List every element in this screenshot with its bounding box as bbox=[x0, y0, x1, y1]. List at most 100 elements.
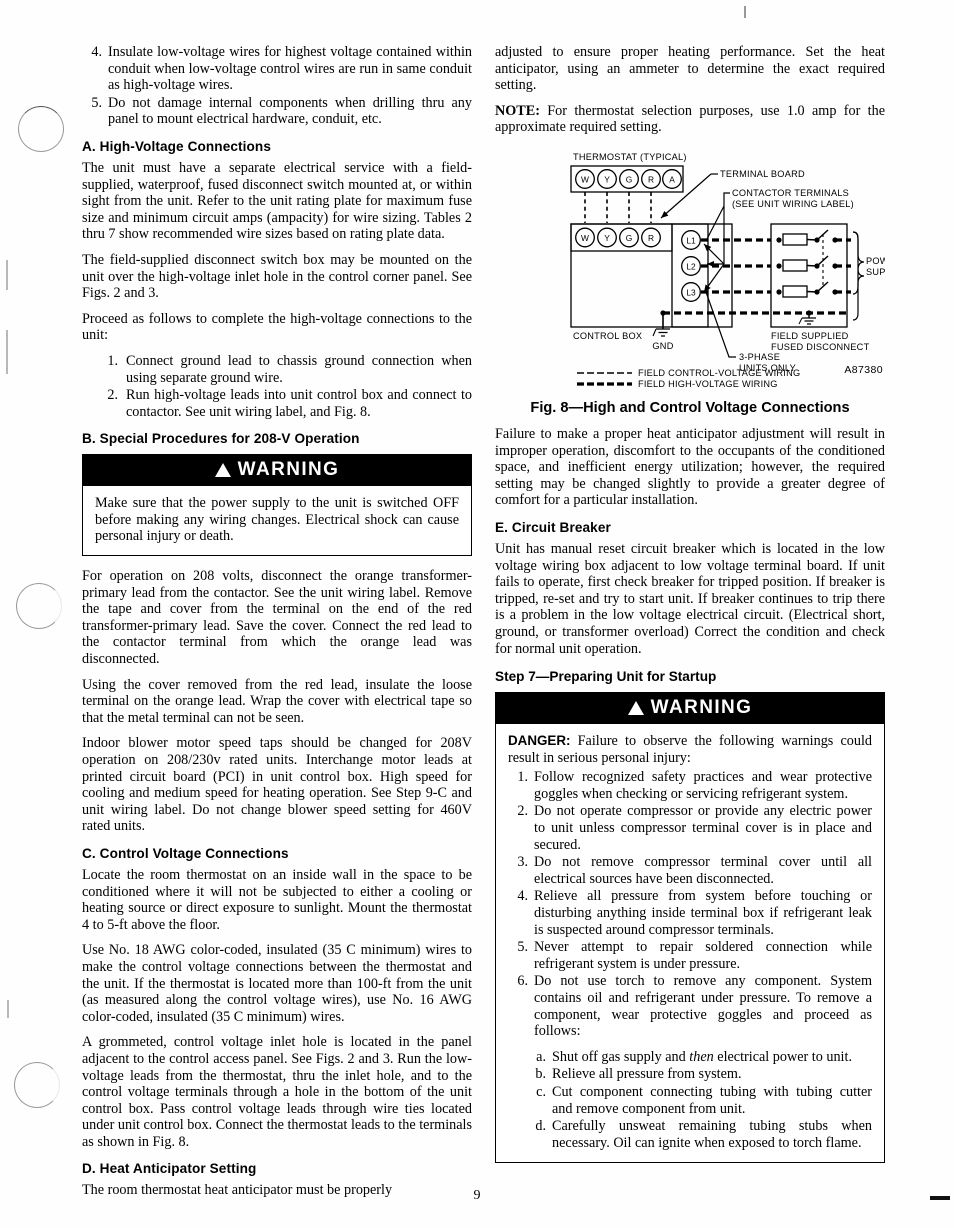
list-marker: 2. bbox=[517, 803, 528, 820]
paragraph: A grommeted, control voltage inlet hole … bbox=[82, 1034, 472, 1150]
paragraph: Locate the room thermostat on an inside … bbox=[82, 866, 472, 933]
right-column: adjusted to ensure proper heating perfor… bbox=[495, 44, 903, 1175]
list-marker: d. bbox=[535, 1118, 546, 1135]
paragraph: The field-supplied disconnect switch box… bbox=[82, 251, 472, 302]
list-marker: 3. bbox=[517, 854, 528, 871]
contactor-terminals-label-1: CONTACTOR TERMINALS bbox=[732, 188, 849, 198]
section-heading-c: C. Control Voltage Connections bbox=[82, 845, 289, 861]
list-text: Never attempt to repair soldered connect… bbox=[534, 939, 872, 972]
hole-punch-artifact bbox=[18, 106, 64, 152]
list-item: 2. Run high-voltage leads into unit cont… bbox=[98, 387, 472, 420]
list-item: 5. Do not damage internal components whe… bbox=[82, 95, 472, 128]
thermostat-terminal-y: Y bbox=[604, 174, 610, 184]
warning-text: Make sure that the power supply to the u… bbox=[95, 495, 459, 545]
high-voltage-steps: 1. Connect ground lead to chassis ground… bbox=[82, 353, 472, 420]
list-marker: 1. bbox=[517, 769, 528, 786]
list-marker: 5. bbox=[517, 939, 528, 956]
continued-numbered-list: 4. Insulate low-voltage wires for highes… bbox=[82, 44, 472, 128]
figure-caption: Fig. 8—High and Control Voltage Connecti… bbox=[530, 399, 850, 416]
warning-box-electrical: WARNING Make sure that the power supply … bbox=[82, 454, 472, 557]
scan-speck bbox=[7, 1000, 9, 1018]
warning-header: WARNING bbox=[83, 455, 471, 487]
hole-punch-artifact bbox=[16, 583, 62, 629]
paragraph: Use No. 18 AWG color-coded, insulated (3… bbox=[82, 942, 472, 1025]
danger-lead: DANGER: Failure to observe the following… bbox=[508, 733, 872, 766]
danger-label: DANGER: bbox=[508, 733, 571, 749]
list-item: 4. Insulate low-voltage wires for highes… bbox=[82, 44, 472, 94]
list-item: 1. Connect ground lead to chassis ground… bbox=[98, 353, 472, 386]
list-item: 3. Do not remove compressor terminal cov… bbox=[508, 854, 872, 887]
list-marker: c. bbox=[536, 1083, 546, 1100]
board-terminal-y: Y bbox=[604, 233, 610, 243]
page-number: 9 bbox=[473, 1188, 481, 1203]
legend-control-voltage-text: FIELD CONTROL-VOLTAGE WIRING bbox=[638, 368, 800, 378]
list-item: 6. Do not use torch to remove any compon… bbox=[508, 973, 872, 1039]
list-item: d. Carefully unsweat remaining tubing st… bbox=[526, 1118, 872, 1151]
paragraph: Proceed as follows to complete the high-… bbox=[82, 310, 472, 344]
warning-triangle-icon bbox=[627, 701, 644, 716]
left-column: 4. Insulate low-voltage wires for highes… bbox=[82, 44, 472, 1208]
list-item: c. Cut component connecting tubing with … bbox=[526, 1084, 872, 1117]
list-text-post: electrical power to unit. bbox=[713, 1048, 852, 1065]
thermostat-terminal-w: W bbox=[581, 174, 589, 184]
paragraph: The unit must have a separate electrical… bbox=[82, 159, 472, 243]
terminal-board-label: TERMINAL BOARD bbox=[720, 169, 805, 179]
list-text: Connect ground lead to chassis ground co… bbox=[126, 352, 472, 386]
list-item: 1. Follow recognized safety practices an… bbox=[508, 769, 872, 802]
list-text: Relieve all pressure from system before … bbox=[534, 888, 872, 938]
list-item: 5. Never attempt to repair soldered conn… bbox=[508, 939, 872, 972]
drawing-id: A87380 bbox=[844, 363, 883, 376]
board-terminal-w: W bbox=[581, 233, 589, 243]
list-text: Insulate low-voltage wires for highest v… bbox=[108, 44, 472, 94]
fused-disconnect-label: FUSED DISCONNECT bbox=[771, 342, 870, 352]
board-terminal-r: R bbox=[648, 233, 654, 243]
supply-label: SUPPLY bbox=[866, 267, 885, 277]
diagram-legend: FIELD CONTROL-VOLTAGE WIRING FIELD HIGH-… bbox=[577, 368, 800, 389]
paragraph-continued: adjusted to ensure proper heating perfor… bbox=[495, 44, 885, 94]
note-paragraph: NOTE: For thermostat selection purposes,… bbox=[495, 103, 885, 136]
board-terminal-g: G bbox=[626, 233, 633, 243]
list-item: a. Shut off gas supply and then electric… bbox=[526, 1049, 872, 1066]
list-marker: 2. bbox=[107, 387, 118, 404]
note-text: For thermostat selection purposes, use 1… bbox=[495, 102, 885, 136]
paragraph: For operation on 208 volts, disconnect t… bbox=[82, 568, 472, 668]
section-heading-e: E. Circuit Breaker bbox=[495, 519, 611, 535]
list-text-pre: Relieve all pressure from system. bbox=[552, 1066, 742, 1083]
list-text-pre: Shut off gas supply and bbox=[552, 1048, 690, 1065]
figure-8-wiring-diagram: THERMOSTAT (TYPICAL) W Y G R A TERMINAL … bbox=[495, 146, 903, 389]
list-marker: 6. bbox=[517, 973, 528, 990]
section-heading-b: B. Special Procedures for 208-V Operatio… bbox=[82, 431, 360, 447]
list-text-pre: Cut component connecting tubing with tub… bbox=[552, 1083, 872, 1117]
paragraph: Indoor blower motor speed taps should be… bbox=[82, 735, 472, 835]
power-label: POWER bbox=[866, 256, 885, 266]
list-text-emphasis: then bbox=[689, 1048, 714, 1065]
step-7-heading: Step 7—Preparing Unit for Startup bbox=[495, 669, 717, 685]
control-box-label: CONTROL BOX bbox=[573, 331, 642, 341]
thermostat-label: THERMOSTAT (TYPICAL) bbox=[573, 152, 687, 162]
warning-header: WARNING bbox=[496, 693, 884, 725]
warning-triangle-icon bbox=[214, 463, 231, 478]
list-marker: 5. bbox=[91, 94, 102, 111]
danger-numbered-list: 1. Follow recognized safety practices an… bbox=[508, 769, 872, 1040]
list-item: b. Relieve all pressure from system. bbox=[526, 1066, 872, 1083]
document-page: 4. Insulate low-voltage wires for highes… bbox=[0, 0, 954, 1228]
field-supplied-label: FIELD SUPPLIED bbox=[771, 331, 849, 341]
warning-box-startup: WARNING DANGER: Failure to observe the f… bbox=[495, 692, 885, 1164]
section-heading-d: D. Heat Anticipator Setting bbox=[82, 1161, 257, 1177]
line-terminal-l2: L2 bbox=[686, 261, 696, 271]
list-marker: 4. bbox=[91, 44, 102, 60]
crop-mark bbox=[744, 6, 746, 18]
scan-speck bbox=[6, 260, 8, 290]
section-heading-a: A. High-Voltage Connections bbox=[82, 138, 271, 154]
paragraph: Failure to make a proper heat anticipato… bbox=[495, 425, 885, 509]
list-text-pre: Carefully unsweat remaining tubing stubs… bbox=[552, 1118, 872, 1151]
list-text: Follow recognized safety practices and w… bbox=[534, 769, 872, 802]
warning-body: DANGER: Failure to observe the following… bbox=[496, 724, 884, 1162]
warning-title: WARNING bbox=[650, 697, 753, 719]
list-item: 2. Do not operate compressor or provide … bbox=[508, 803, 872, 853]
list-text: Run high-voltage leads into unit control… bbox=[126, 387, 472, 420]
warning-title: WARNING bbox=[237, 459, 340, 481]
danger-sub-list: a. Shut off gas supply and then electric… bbox=[526, 1049, 872, 1152]
line-terminal-l1: L1 bbox=[686, 235, 696, 245]
thermostat-terminal-a: A bbox=[669, 174, 675, 184]
